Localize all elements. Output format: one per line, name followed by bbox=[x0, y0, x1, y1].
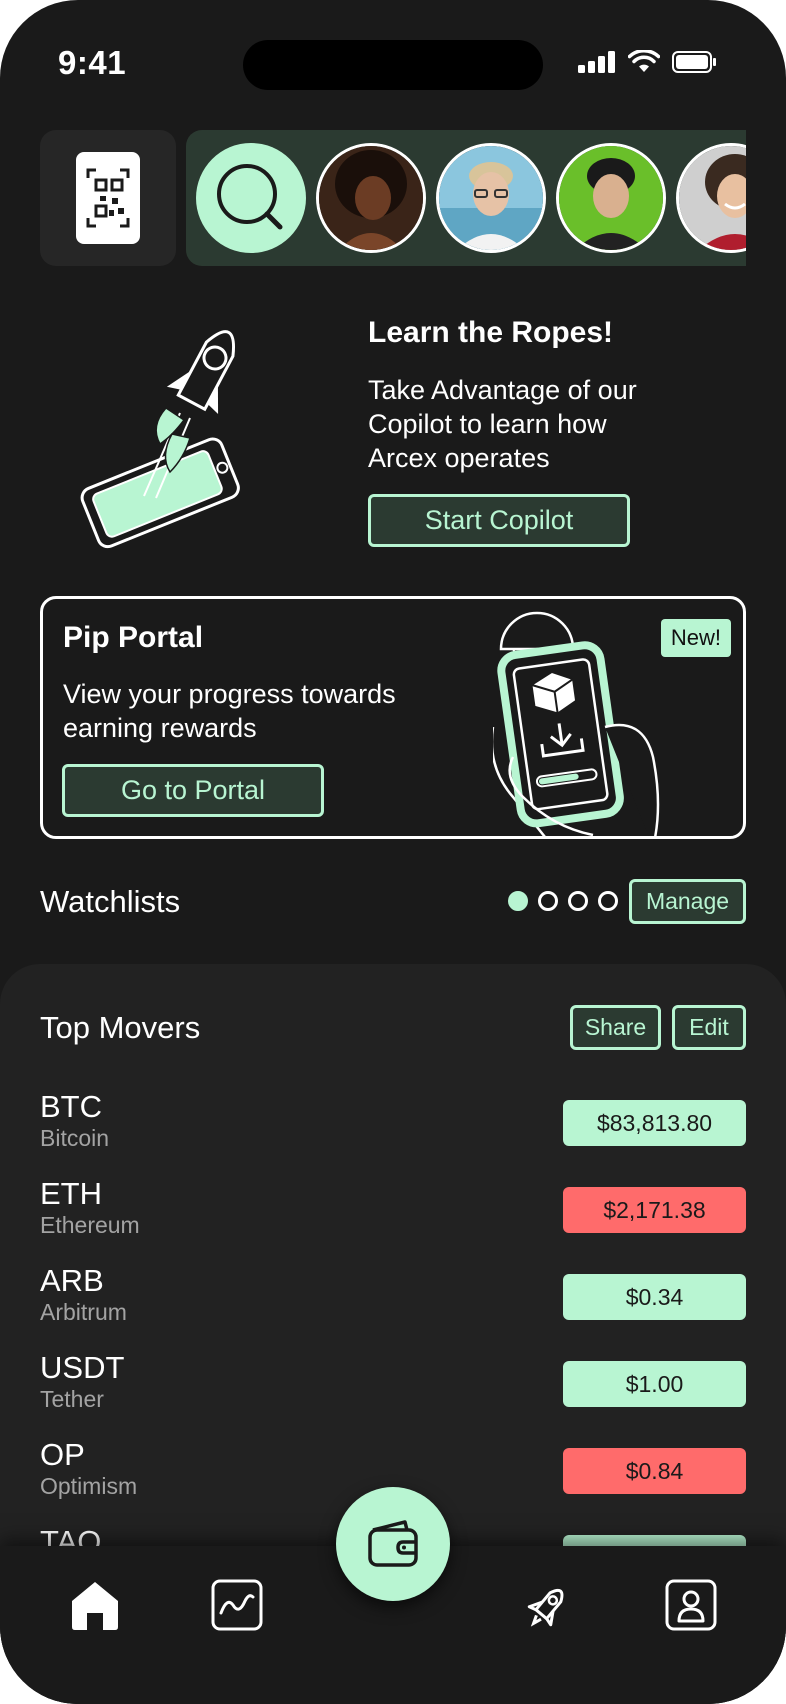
avatar bbox=[439, 146, 543, 250]
pager-dot-active[interactable] bbox=[508, 891, 528, 911]
price-badge[interactable]: $1.00 bbox=[563, 1361, 746, 1407]
story-avatar[interactable] bbox=[316, 143, 426, 253]
price-badge[interactable]: $0.34 bbox=[563, 1274, 746, 1320]
home-icon bbox=[72, 1582, 118, 1630]
battery-icon bbox=[672, 51, 716, 73]
chart-icon bbox=[211, 1579, 263, 1631]
list-item[interactable]: OP Optimism bbox=[40, 1438, 137, 1500]
story-avatar[interactable] bbox=[556, 143, 666, 253]
edit-button[interactable]: Edit bbox=[672, 1005, 746, 1050]
share-button[interactable]: Share bbox=[570, 1005, 661, 1050]
asset-ticker: ETH bbox=[40, 1176, 102, 1211]
qr-scan-button[interactable] bbox=[40, 130, 176, 266]
wallet-button[interactable] bbox=[336, 1487, 450, 1601]
wifi-icon bbox=[628, 50, 660, 72]
story-avatar[interactable] bbox=[436, 143, 546, 253]
tab-explore[interactable] bbox=[521, 1577, 577, 1633]
phone-delivery-illustration bbox=[493, 611, 660, 836]
pager-dot[interactable] bbox=[538, 891, 558, 911]
list-item[interactable]: ETH Ethereum bbox=[40, 1177, 140, 1239]
manage-button[interactable]: Manage bbox=[629, 879, 746, 924]
asset-name: Bitcoin bbox=[40, 1125, 110, 1151]
status-icons bbox=[578, 50, 716, 74]
learn-description: Take Advantage of our Copilot to learn h… bbox=[368, 375, 637, 473]
story-search-button[interactable] bbox=[196, 143, 306, 253]
pip-portal-card: Pip Portal View your progress towards ea… bbox=[40, 596, 746, 839]
rocket-icon bbox=[527, 1588, 564, 1627]
asset-ticker: USDT bbox=[40, 1350, 125, 1385]
asset-name: Ethereum bbox=[40, 1212, 140, 1238]
pager-dot[interactable] bbox=[598, 891, 618, 911]
go-to-portal-button[interactable]: Go to Portal bbox=[62, 764, 324, 817]
tab-markets[interactable] bbox=[209, 1577, 265, 1633]
portal-description: View your progress towards earning rewar… bbox=[63, 679, 396, 743]
signal-icon bbox=[578, 51, 615, 73]
qr-code-icon bbox=[76, 152, 140, 244]
avatar bbox=[559, 146, 663, 250]
story-avatar[interactable] bbox=[676, 143, 746, 253]
list-item[interactable]: ARB Arbitrum bbox=[40, 1264, 127, 1326]
tab-profile[interactable] bbox=[663, 1577, 719, 1633]
portal-title: Pip Portal bbox=[63, 621, 204, 654]
asset-ticker: BTC bbox=[40, 1089, 102, 1124]
pager-dot[interactable] bbox=[568, 891, 588, 911]
start-copilot-button[interactable]: Start Copilot bbox=[368, 494, 630, 547]
tab-home[interactable] bbox=[67, 1577, 123, 1633]
asset-name: Optimism bbox=[40, 1473, 138, 1499]
avatar bbox=[319, 146, 423, 250]
dynamic-island bbox=[243, 40, 543, 90]
asset-ticker: ARB bbox=[40, 1263, 104, 1298]
phone-screen: 9:41 Learn the Ropes! Take Advantage of … bbox=[0, 0, 786, 1704]
wallet-icon bbox=[368, 1520, 418, 1567]
rocket-phone-illustration bbox=[80, 330, 240, 549]
new-badge: New! bbox=[660, 619, 731, 657]
avatar bbox=[679, 146, 746, 250]
watchlists-title: Watchlists bbox=[40, 884, 181, 919]
top-movers-title: Top Movers bbox=[40, 1010, 201, 1045]
list-item[interactable]: BTC Bitcoin bbox=[40, 1090, 109, 1152]
watchlist-pager[interactable] bbox=[508, 891, 618, 911]
asset-name: Tether bbox=[40, 1386, 104, 1412]
price-badge[interactable]: $2,171.38 bbox=[563, 1187, 746, 1233]
asset-name: Arbitrum bbox=[40, 1299, 127, 1325]
search-icon bbox=[217, 164, 283, 230]
stories-row bbox=[186, 130, 746, 266]
learn-title: Learn the Ropes! bbox=[368, 316, 614, 349]
status-time: 9:41 bbox=[58, 44, 127, 81]
profile-icon bbox=[665, 1579, 717, 1631]
asset-ticker: OP bbox=[40, 1437, 85, 1472]
list-item[interactable]: USDT Tether bbox=[40, 1351, 124, 1413]
price-badge[interactable]: $83,813.80 bbox=[563, 1100, 746, 1146]
price-badge[interactable]: $0.84 bbox=[563, 1448, 746, 1494]
